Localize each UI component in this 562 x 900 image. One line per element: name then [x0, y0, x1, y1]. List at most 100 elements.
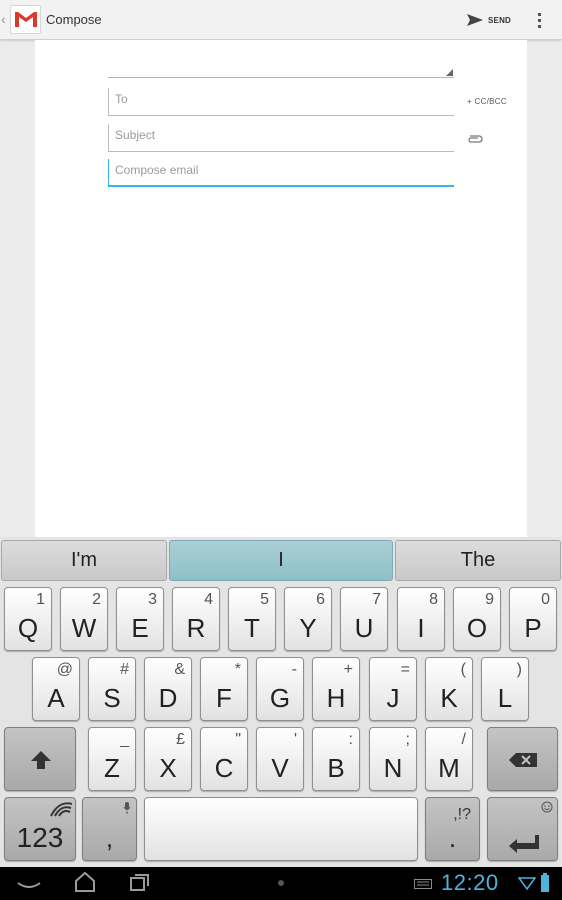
comma-key-label: ,	[105, 823, 114, 853]
key-primary: M	[438, 753, 460, 783]
key-primary: O	[466, 613, 488, 643]
shift-key[interactable]	[4, 727, 76, 791]
key-w[interactable]: 2W	[60, 587, 108, 651]
key-c[interactable]: " C	[200, 727, 248, 791]
key-x[interactable]: £ X	[144, 727, 192, 791]
attach-button[interactable]	[467, 131, 483, 143]
key-secondary: (	[460, 661, 466, 678]
key-secondary: 1	[36, 591, 45, 608]
key-h[interactable]: + H	[312, 657, 360, 721]
recent-apps-nav-icon[interactable]	[128, 871, 152, 893]
suggestion-left-label: I'm	[70, 549, 98, 571]
key-primary: T	[244, 613, 260, 643]
key-f[interactable]: * F	[200, 657, 248, 721]
menu-dot-icon[interactable]	[277, 879, 285, 887]
key-primary: I	[417, 613, 425, 643]
subject-field[interactable]: Subject	[108, 124, 454, 152]
key-secondary: 9	[485, 591, 494, 608]
enter-icon	[509, 835, 539, 853]
overflow-menu-icon	[538, 13, 541, 28]
compose-body-field[interactable]: Compose email	[108, 159, 454, 187]
key-primary: N	[383, 753, 403, 783]
key-secondary: 3	[148, 591, 157, 608]
key-secondary: @	[56, 661, 73, 678]
up-caret-icon[interactable]: ‹	[1, 11, 6, 27]
key-secondary: =	[400, 661, 410, 678]
key-d[interactable]: & D	[144, 657, 192, 721]
keyboard-indicator-icon	[414, 879, 432, 889]
key-secondary: 6	[316, 591, 325, 608]
key-secondary: _	[120, 731, 129, 748]
key-primary: R	[186, 613, 206, 643]
swiftkey-logo-icon	[50, 802, 73, 817]
from-account-dropdown[interactable]	[108, 60, 454, 78]
cc-bcc-button[interactable]: + CC/BCC	[467, 97, 507, 106]
suggestion-left[interactable]: I'm	[1, 540, 167, 581]
key-primary: Z	[104, 753, 120, 783]
compose-screen: { "action_bar": { "title": "Compose", "s…	[0, 0, 562, 900]
key-secondary: ;	[405, 731, 410, 748]
key-q[interactable]: 1Q	[4, 587, 52, 651]
comma-key[interactable]: ,	[82, 797, 137, 861]
key-primary: D	[158, 683, 178, 713]
send-icon	[467, 14, 483, 26]
key-y[interactable]: 6Y	[284, 587, 332, 651]
suggestion-center[interactable]: I	[169, 540, 393, 581]
period-key-label: .	[448, 823, 457, 853]
suggestion-right-label: The	[460, 549, 496, 571]
space-key[interactable]	[144, 797, 418, 861]
key-n[interactable]: ; N	[369, 727, 417, 791]
key-o[interactable]: 9O	[453, 587, 501, 651]
key-primary: Y	[299, 613, 317, 643]
key-k[interactable]: (K	[425, 657, 473, 721]
key-primary: L	[497, 683, 513, 713]
key-primary: U	[354, 613, 374, 643]
key-i[interactable]: 8I	[397, 587, 445, 651]
key-primary: H	[326, 683, 346, 713]
key-m[interactable]: / M	[425, 727, 473, 791]
key-r[interactable]: 4R	[172, 587, 220, 651]
key-l[interactable]: ) L	[481, 657, 529, 721]
key-s[interactable]: # S	[88, 657, 136, 721]
key-g[interactable]: -G	[256, 657, 304, 721]
key-primary: F	[216, 683, 232, 713]
key-secondary: '	[293, 731, 297, 748]
key-secondary: )	[516, 661, 522, 678]
enter-key[interactable]	[487, 797, 558, 861]
status-clock: 12:20	[441, 870, 499, 895]
subject-placeholder: Subject	[115, 128, 156, 142]
key-t[interactable]: 5T	[228, 587, 276, 651]
backspace-icon	[509, 753, 537, 767]
key-b[interactable]: :B	[312, 727, 360, 791]
key-secondary: 8	[429, 591, 438, 608]
system-bar: 12:20	[0, 867, 562, 900]
key-j[interactable]: = J	[369, 657, 417, 721]
key-secondary: 7	[372, 591, 381, 608]
symbols-key[interactable]: 123	[4, 797, 76, 861]
key-e[interactable]: 3E	[116, 587, 164, 651]
overflow-menu-button[interactable]	[530, 8, 550, 32]
key-v[interactable]: ' V	[256, 727, 304, 791]
dropdown-triangle-icon	[446, 69, 453, 76]
key-z[interactable]: _ Z	[88, 727, 136, 791]
key-primary: V	[271, 753, 289, 783]
emoji-icon	[541, 801, 553, 813]
key-primary: X	[159, 753, 177, 783]
symbols-key-label: 123	[16, 822, 64, 853]
key-secondary: /	[461, 731, 466, 748]
period-key[interactable]: ,!? .	[425, 797, 480, 861]
key-secondary: +	[343, 661, 353, 678]
key-u[interactable]: 7U	[340, 587, 388, 651]
key-p[interactable]: 0P	[509, 587, 557, 651]
home-nav-icon[interactable]	[73, 871, 97, 893]
to-field[interactable]: To	[108, 88, 454, 116]
key-primary: B	[327, 753, 345, 783]
send-button[interactable]: SEND	[466, 7, 511, 33]
back-nav-icon[interactable]	[16, 871, 42, 893]
backspace-key[interactable]	[487, 727, 558, 791]
suggestion-right[interactable]: The	[395, 540, 561, 581]
gmail-logo-icon[interactable]	[10, 5, 41, 34]
key-primary: W	[71, 613, 97, 643]
key-primary: J	[386, 683, 400, 713]
key-a[interactable]: @ A	[32, 657, 80, 721]
